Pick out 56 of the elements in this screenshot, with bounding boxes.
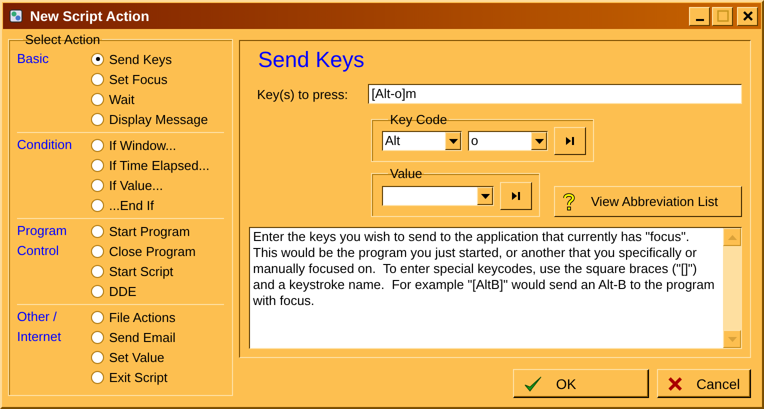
field-label: Key(s) to press: bbox=[257, 86, 350, 102]
action-radio[interactable]: Set Focus bbox=[91, 69, 208, 89]
action-radio[interactable]: If Value... bbox=[91, 175, 210, 195]
action-radio[interactable]: If Window... bbox=[91, 135, 210, 155]
action-radio[interactable]: Start Program bbox=[91, 221, 196, 241]
panel-heading: Send Keys bbox=[258, 47, 366, 74]
minimize-icon bbox=[696, 18, 704, 20]
description-text: Enter the keys you wish to send to the application that currently has "focus". This would be the program you just started, or another that you specifically or manually focused on. To enter special keycodes, use the square braces ("[]") and a keystroke name. For example "[AltB]" would send an Alt-B to the program with focus. bbox=[252, 228, 716, 310]
action-radio[interactable]: File Actions bbox=[91, 307, 176, 327]
window-title: New Script Action bbox=[30, 8, 150, 24]
action-radio[interactable]: ...End If bbox=[91, 195, 210, 215]
keys-input[interactable]: [Alt-o]m bbox=[368, 84, 742, 104]
action-radio[interactable]: Display Message bbox=[91, 109, 208, 129]
action-radio[interactable]: Close Program bbox=[91, 241, 196, 261]
category-label: Condition bbox=[17, 136, 73, 154]
action-radio[interactable]: If Time Elapsed... bbox=[91, 155, 210, 175]
minimize-button[interactable] bbox=[689, 6, 710, 26]
caret-icon bbox=[445, 132, 461, 150]
action-radio[interactable]: Wait bbox=[91, 89, 208, 109]
caret-icon bbox=[477, 187, 493, 205]
category-label: Program bbox=[17, 222, 68, 240]
checkmark-icon bbox=[524, 374, 542, 392]
value-dropdown[interactable] bbox=[382, 186, 494, 206]
modifier-dropdown[interactable]: Alt bbox=[382, 131, 462, 151]
close-icon bbox=[668, 374, 682, 392]
category-label: Basic bbox=[17, 50, 50, 68]
group-label: Key Code bbox=[389, 112, 448, 127]
scroll-up-icon bbox=[728, 234, 736, 240]
scroll-down-icon bbox=[728, 336, 736, 342]
category-label: Control bbox=[17, 242, 60, 260]
caret-icon bbox=[531, 132, 547, 150]
skip-icon bbox=[512, 192, 520, 200]
skip-icon bbox=[566, 137, 574, 145]
key-dropdown[interactable]: o bbox=[468, 131, 548, 151]
action-radio[interactable]: Send Keys bbox=[91, 49, 208, 69]
ok-button[interactable]: OK bbox=[513, 369, 649, 398]
maximize-button[interactable] bbox=[712, 6, 733, 26]
abbreviation-list-button[interactable]: View Abbreviation List bbox=[554, 186, 742, 217]
question-mark-icon bbox=[563, 192, 575, 210]
app-icon bbox=[8, 8, 24, 24]
cancel-button[interactable]: Cancel bbox=[657, 369, 751, 398]
insert-button[interactable] bbox=[500, 182, 532, 210]
action-radio[interactable]: DDE bbox=[91, 281, 196, 301]
action-radio[interactable]: Exit Script bbox=[91, 367, 176, 387]
action-radio[interactable]: Start Script bbox=[91, 261, 196, 281]
scrollbar[interactable] bbox=[723, 228, 741, 348]
action-radio[interactable]: Set Value bbox=[91, 347, 176, 367]
maximize-icon bbox=[716, 10, 728, 22]
close-icon bbox=[742, 10, 754, 22]
close-button[interactable] bbox=[737, 6, 758, 26]
group-label: Select Action bbox=[24, 32, 102, 47]
action-radio[interactable]: Send Email bbox=[91, 327, 176, 347]
category-label: Internet bbox=[17, 328, 62, 346]
group-label: Value bbox=[389, 166, 424, 181]
category-label: Other / bbox=[17, 308, 58, 326]
insert-button[interactable] bbox=[554, 127, 586, 155]
